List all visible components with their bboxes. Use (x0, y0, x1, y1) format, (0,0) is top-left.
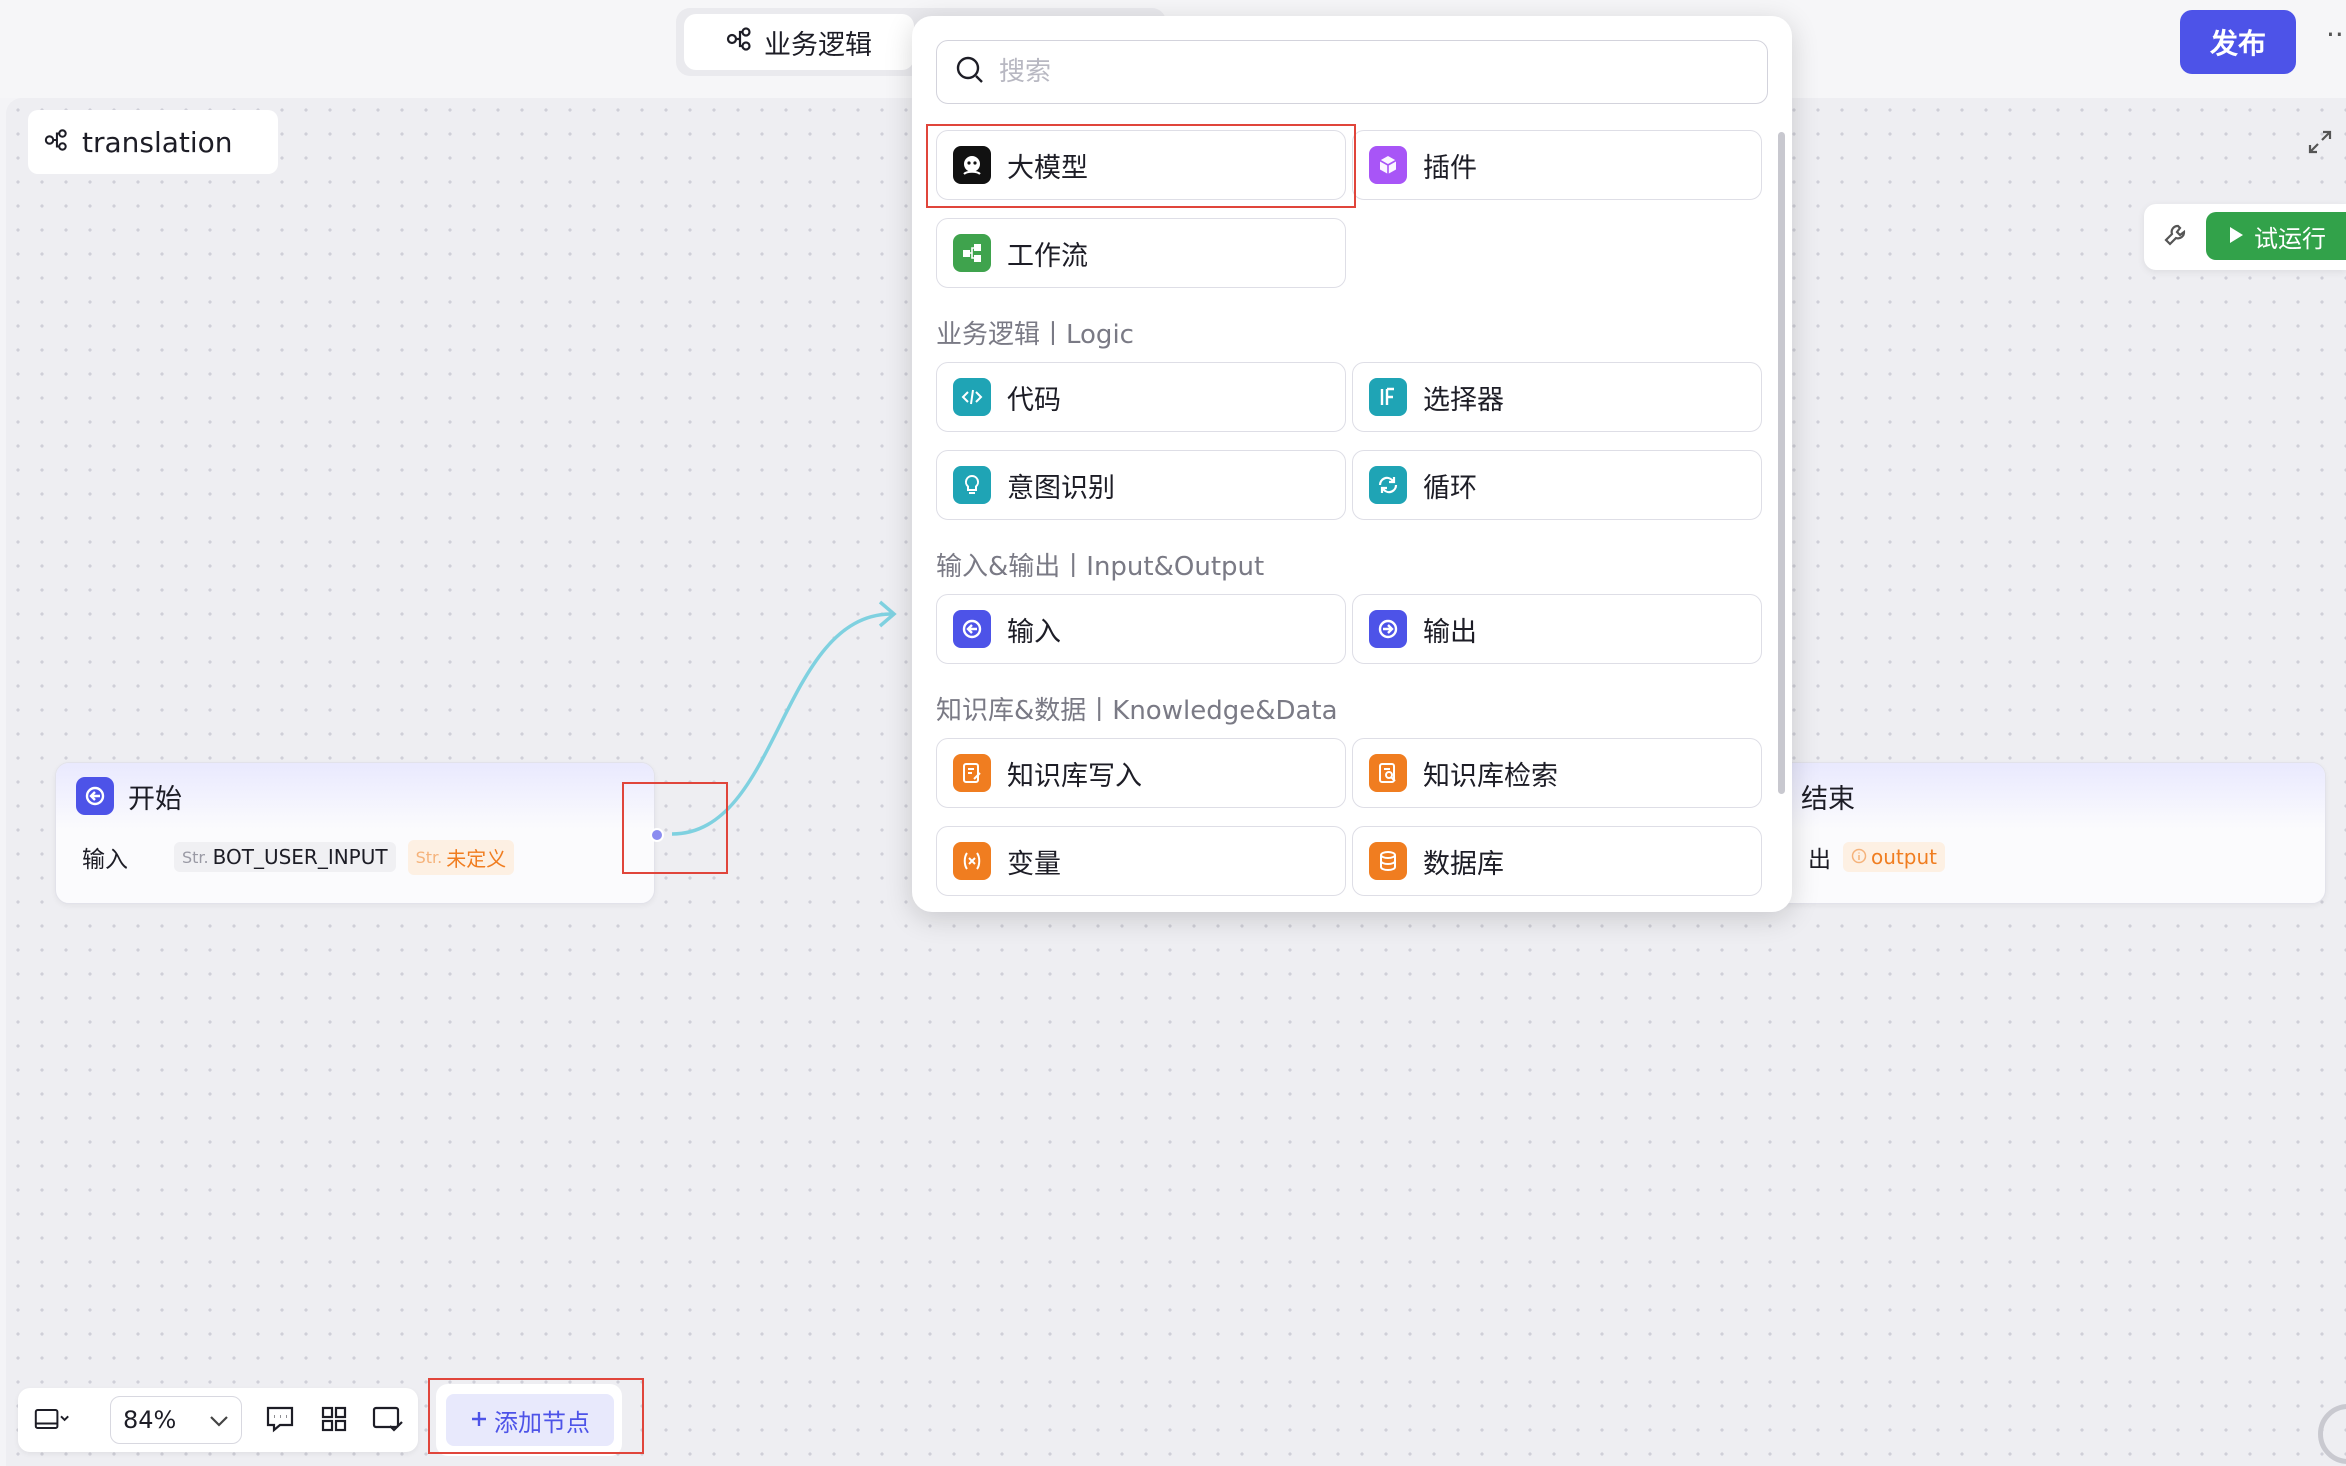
layout-icon[interactable] (316, 1401, 352, 1437)
popover-scrollbar[interactable] (1778, 132, 1785, 794)
node-item-knowledge-write[interactable]: 知识库写入 (936, 738, 1346, 808)
node-item-variable[interactable]: 变量 (936, 826, 1346, 896)
workflow-title[interactable]: translation (28, 110, 278, 174)
param-tag: Str. BOT_USER_INPUT (174, 842, 396, 872)
wrench-icon[interactable] (2162, 222, 2190, 250)
screenshot-icon[interactable] (370, 1401, 406, 1437)
node-item-knowledge-search[interactable]: 知识库检索 (1352, 738, 1762, 808)
knowledge-search-icon (1369, 754, 1407, 792)
node-item-output[interactable]: 输出 (1352, 594, 1762, 664)
zoom-value: 84% (123, 1406, 177, 1434)
output-icon (1369, 610, 1407, 648)
publish-button[interactable]: 发布 (2180, 10, 2296, 74)
workflow-graph-icon (726, 26, 752, 59)
section-title-input-output: 输入&输出丨Input&Output (936, 552, 1265, 582)
if-icon (1369, 378, 1407, 416)
plugin-icon (1369, 146, 1407, 184)
code-icon (953, 378, 991, 416)
search-field[interactable] (936, 40, 1768, 104)
search-icon (955, 55, 985, 89)
section-title-logic: 业务逻辑丨Logic (936, 320, 1134, 350)
test-run-button[interactable]: 试运行 (2206, 212, 2346, 260)
info-icon (1851, 845, 1867, 869)
intent-icon (953, 466, 991, 504)
highlight-add-node (428, 1378, 644, 1454)
loop-icon (1369, 466, 1407, 504)
start-node-title: 开始 (128, 783, 182, 815)
highlight-llm-item (926, 124, 1356, 208)
node-item-input[interactable]: 输入 (936, 594, 1346, 664)
play-icon (2228, 222, 2244, 250)
end-node[interactable]: 结束 出 output (1770, 762, 2326, 904)
section-title-knowledge-data: 知识库&数据丨Knowledge&Data (936, 696, 1338, 726)
workflow-icon (953, 234, 991, 272)
node-item-code[interactable]: 代码 (936, 362, 1346, 432)
highlight-output-port (622, 782, 728, 874)
start-node[interactable]: 开始 输入 Str. BOT_USER_INPUT Str. 未定义 (55, 762, 655, 904)
more-menu-button[interactable]: ··· (2326, 18, 2346, 62)
node-item-database[interactable]: 数据库 (1352, 826, 1762, 896)
output-warning-tag: output (1843, 842, 1945, 872)
undefined-tag: Str. 未定义 (407, 839, 515, 875)
zoom-select[interactable]: 84% (110, 1396, 242, 1444)
tab-business-logic[interactable]: 业务逻辑 (684, 14, 914, 70)
input-icon (953, 610, 991, 648)
comment-icon[interactable] (262, 1401, 298, 1437)
workflow-graph-icon (44, 126, 68, 159)
node-item-selector[interactable]: 选择器 (1352, 362, 1762, 432)
end-node-title: 结束 (1801, 783, 1855, 815)
node-item-intent[interactable]: 意图识别 (936, 450, 1346, 520)
node-item-loop[interactable]: 循环 (1352, 450, 1762, 520)
search-input[interactable] (999, 57, 1699, 87)
start-input-label: 输入 (82, 847, 128, 873)
run-label: 试运行 (2254, 224, 2326, 253)
start-node-icon (76, 777, 114, 815)
node-item-plugin[interactable]: 插件 (1352, 130, 1762, 200)
workflow-name: translation (82, 125, 233, 159)
tab-label: 业务逻辑 (764, 29, 872, 61)
variable-icon (953, 842, 991, 880)
knowledge-write-icon (953, 754, 991, 792)
node-item-workflow[interactable]: 工作流 (936, 218, 1346, 288)
chevron-down-icon (209, 1406, 229, 1434)
minimap-toggle[interactable] (34, 1401, 70, 1437)
expand-icon[interactable] (2306, 128, 2334, 156)
database-icon (1369, 842, 1407, 880)
